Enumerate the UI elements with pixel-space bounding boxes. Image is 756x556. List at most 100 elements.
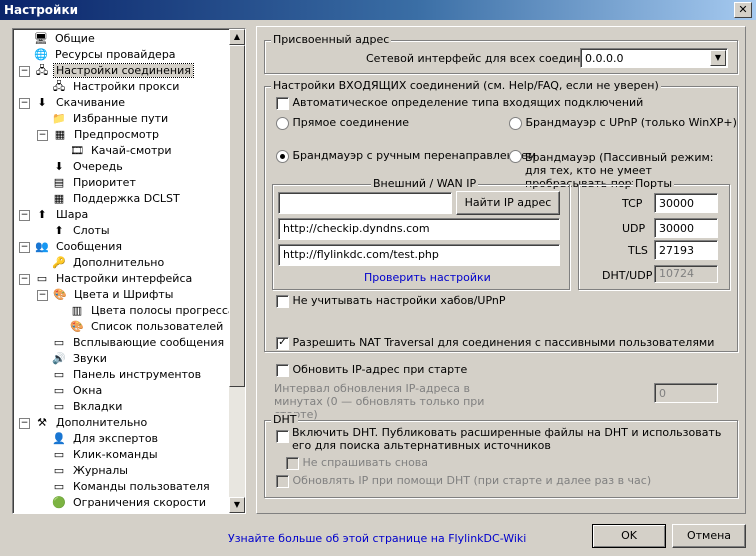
wiki-link[interactable]: Узнайте больше об этой странице на Flyli… — [228, 532, 526, 545]
tree-item[interactable]: 🔑 Дополнительно — [51, 255, 166, 271]
nat-checkbox[interactable]: ✓ — [276, 336, 289, 350]
settings-tree[interactable]: 🖥 Общие 🌐 Ресурсы провайдера − 🖧 Настройки сое… — [12, 28, 246, 514]
tree-expander[interactable]: − — [19, 209, 30, 221]
scroll-down-button[interactable]: ▼ — [229, 497, 245, 513]
tree-item[interactable]: ▭ Команды пользователя — [51, 479, 212, 495]
dht-no-ask-option[interactable]: Не спрашивать снова — [286, 456, 428, 470]
tree-item[interactable]: − 🎨 Цвета и Шрифты — [37, 287, 175, 303]
tree-item-label: Качай-смотри — [91, 144, 172, 157]
chevron-down-icon[interactable]: ▼ — [710, 50, 726, 66]
ok-button[interactable]: OK — [592, 524, 666, 548]
update-ip-checkbox[interactable] — [276, 363, 289, 377]
interface-select[interactable]: 0.0.0.0 ▼ — [580, 48, 728, 68]
ignore-hubs-option[interactable]: Не учитывать настройки хабов/UPnP — [276, 294, 506, 308]
tree-item[interactable]: ▭ Панель инструментов — [51, 367, 203, 383]
tree-scrollbar[interactable]: ▲ ▼ — [229, 29, 245, 513]
tree-item[interactable]: − ▦ Предпросмотр — [37, 127, 161, 143]
udp-port-input[interactable]: 30000 — [654, 218, 718, 238]
dht-enable-option[interactable]: Включить DHT. Публиковать расширенные фа… — [276, 426, 726, 452]
tree-item[interactable]: ▥ Цвета полосы прогресса — [69, 303, 237, 319]
tree-item[interactable]: − ⚒ Дополнительно — [19, 415, 149, 431]
slots-icon: ⬆ — [54, 224, 64, 237]
direct-option[interactable]: Прямое соединение — [276, 116, 409, 130]
tree-expander[interactable]: − — [19, 65, 30, 77]
tree-item[interactable]: ⬆ Слоты — [51, 223, 112, 239]
upnp-option[interactable]: Брандмауэр с UPnP (только WinXP+) — [509, 116, 737, 130]
nat-option[interactable]: ✓ Разрешить NAT Traversal для соединения… — [276, 336, 714, 350]
windows-icon: ▭ — [53, 384, 65, 397]
tree-item[interactable]: ▭ Журналы — [51, 463, 130, 479]
interface-value: 0.0.0.0 — [585, 52, 624, 65]
tree-expander[interactable]: − — [19, 97, 30, 109]
check-settings-link[interactable]: Проверить настройки — [364, 271, 491, 284]
manual-option[interactable]: Брандмауэр с ручным перенаправлением — [276, 149, 536, 163]
download-icon: ⬇ — [37, 96, 47, 109]
tree-item[interactable]: ▭ Вкладки — [51, 399, 124, 415]
tree-item[interactable]: − 👥 Сообщения — [19, 239, 124, 255]
dht-update-ip-option[interactable]: Обновлять IP при помощи DHT (при старте … — [276, 474, 651, 488]
tree-item[interactable]: − ⬆ Шара — [19, 207, 90, 223]
tree-expander[interactable]: − — [37, 129, 48, 141]
tcp-label: TCP — [622, 197, 643, 210]
tree-item[interactable]: 🎞 Качай-смотри — [69, 143, 174, 159]
ports-title: Порты — [633, 177, 675, 190]
tree-item-label: Предпросмотр — [74, 128, 159, 141]
tree-item[interactable]: 🔊 Звуки — [51, 351, 109, 367]
ignore-hubs-checkbox[interactable] — [276, 294, 289, 308]
dht-no-ask-checkbox[interactable] — [286, 456, 299, 470]
manual-radio[interactable] — [276, 149, 289, 163]
auto-detect-checkbox[interactable] — [276, 96, 289, 110]
tree-item[interactable]: ▭ Окна — [51, 383, 104, 399]
scroll-up-button[interactable]: ▲ — [229, 29, 245, 45]
tree-item[interactable]: 📁 Избранные пути — [51, 111, 170, 127]
tcp-port-input[interactable]: 30000 — [654, 193, 718, 213]
tree-item[interactable]: ▦ Поддержка DCLST — [51, 191, 182, 207]
find-ip-button[interactable]: Найти IP адрес — [456, 191, 560, 215]
toolbar-icon: ▭ — [53, 368, 65, 381]
tree-item[interactable]: ⬇ Очередь — [51, 159, 125, 175]
tree-item[interactable]: 🌐 Ресурсы провайдера — [33, 47, 178, 63]
passive-radio[interactable] — [509, 149, 522, 163]
keys-icon: 🔑 — [52, 256, 66, 269]
expert-icon: 👤 — [52, 432, 66, 445]
passive-option[interactable]: Брандмауэр (Пассивный режим: для тех, кт… — [509, 137, 733, 190]
check-url-input-1[interactable]: http://checkip.dyndns.com — [278, 218, 560, 240]
direct-radio[interactable] — [276, 116, 289, 130]
cancel-button[interactable]: Отмена — [672, 524, 746, 548]
tree-item[interactable]: − ▭ Настройки интерфейса — [19, 271, 194, 287]
tree-item[interactable]: − 🖧 Настройки соединения — [19, 63, 194, 79]
share-icon: ⬆ — [37, 208, 47, 221]
check-url-input-2[interactable]: http://flylinkdc.com/test.php — [278, 244, 560, 266]
tls-port-input[interactable]: 27193 — [654, 240, 718, 260]
dht-enable-checkbox[interactable] — [276, 430, 289, 443]
nat-label: Разрешить NAT Traversal для соединения с… — [292, 336, 715, 349]
window-title: Настройки — [4, 3, 79, 17]
wan-ip-input[interactable] — [278, 192, 452, 214]
scroll-thumb[interactable] — [229, 45, 245, 387]
tree-item[interactable]: 🖧 Настройки прокси — [51, 79, 181, 95]
update-ip-option[interactable]: Обновить IP-адрес при старте — [276, 363, 467, 377]
tree-expander[interactable]: − — [19, 417, 30, 429]
upnp-radio[interactable] — [509, 116, 522, 130]
tree-expander[interactable]: − — [19, 241, 30, 253]
tree-item[interactable]: 🎨 Список пользователей — [69, 319, 225, 335]
tree-item[interactable]: 🖥 Общие — [33, 31, 97, 47]
userlist-icon: 🎨 — [70, 320, 84, 333]
close-button[interactable]: ✕ — [734, 2, 752, 18]
dclst-icon: ▦ — [53, 192, 65, 205]
tree-item-label: Панель инструментов — [73, 368, 202, 381]
interval-input[interactable]: 0 — [654, 383, 718, 403]
dht-update-ip-checkbox[interactable] — [276, 474, 289, 488]
tree-item[interactable]: − ⬇ Скачивание — [19, 95, 127, 111]
tree-item[interactable]: 👤 Для экспертов — [51, 431, 160, 447]
auto-detect-option[interactable]: Автоматическое определение типа входящих… — [276, 96, 643, 110]
tree-expander[interactable]: − — [37, 289, 48, 301]
tree-item[interactable]: ▭ Клик-команды — [51, 447, 160, 463]
tree-item-label: Звуки — [73, 352, 107, 365]
tree-item[interactable]: ▭ Всплывающие сообщения — [51, 335, 226, 351]
tree-expander[interactable]: − — [19, 273, 30, 285]
tree-item[interactable]: ▤ Приоритет — [51, 175, 138, 191]
tree-item[interactable]: 🟢 Ограничения скорости — [51, 495, 208, 511]
wan-ip-title: Внешний / WAN IP — [371, 177, 479, 190]
dht-port-input[interactable]: 10724 — [654, 265, 718, 283]
